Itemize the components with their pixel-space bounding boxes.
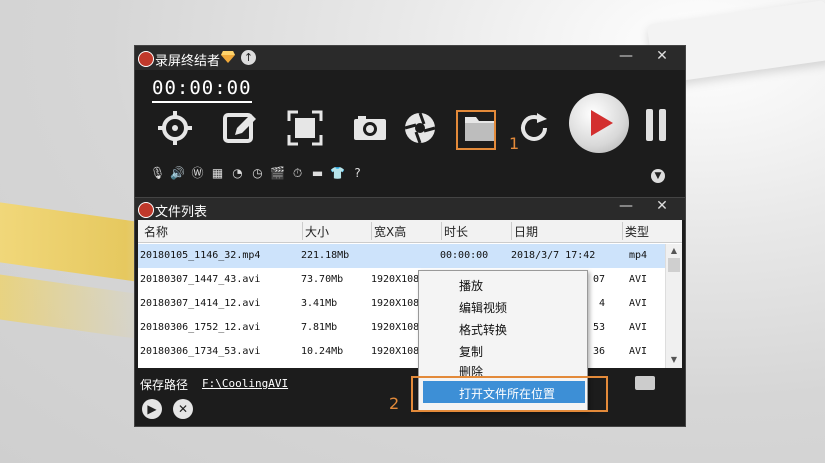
column-header-name[interactable]: 名称	[144, 223, 168, 240]
record-timer: 00:00:00	[152, 77, 252, 103]
keyboard-icon[interactable]: ▬	[310, 166, 325, 181]
shirt-icon[interactable]: 👕	[330, 166, 345, 181]
wordpress-icon[interactable]: Ⓦ	[190, 166, 205, 181]
delete-icon[interactable]: ✕	[173, 399, 193, 419]
refresh-icon[interactable]	[515, 109, 553, 147]
menu-item-play[interactable]: 播放	[419, 273, 587, 295]
table-row[interactable]: 20180105_1146_32.mp4 221.18Mb 00:00:00 2…	[138, 244, 666, 268]
save-path-link[interactable]: F:\CoolingAVI	[202, 377, 288, 390]
menu-item-delete[interactable]: 删除	[419, 359, 587, 377]
clock-icon[interactable]: ◷	[250, 166, 265, 181]
cell-size: 221.18Mb	[301, 250, 350, 261]
scroll-thumb[interactable]	[668, 258, 680, 272]
annotation-label-1: 1	[509, 134, 520, 153]
cell-type: AVI	[629, 346, 648, 357]
cell-name: 20180306_1734_53.avi	[140, 346, 261, 357]
cell-type: AVI	[629, 298, 648, 309]
fullscreen-icon[interactable]	[286, 109, 324, 147]
cell-type: mp4	[629, 250, 648, 261]
cell-type: AVI	[629, 322, 648, 333]
column-header-duration[interactable]: 时长	[444, 223, 468, 240]
cell-date: 36	[593, 346, 606, 357]
cell-name: 20180105_1146_32.mp4	[140, 250, 261, 261]
cell-name: 20180307_1447_43.avi	[140, 274, 261, 285]
speaker-icon[interactable]: 🔊	[170, 166, 185, 181]
play-icon[interactable]: ▶	[142, 399, 162, 419]
cell-date: 07	[593, 274, 606, 285]
file-table: 名称 大小 宽X高 时长 日期 类型 20180105_1146_32.mp4 …	[138, 220, 682, 368]
app-icon	[138, 51, 154, 67]
column-header-dims[interactable]: 宽X高	[374, 223, 406, 240]
cell-date: 53	[593, 322, 606, 333]
camera-icon[interactable]	[351, 109, 389, 147]
background-stripe-2	[0, 274, 150, 341]
column-header-type[interactable]: 类型	[625, 223, 649, 240]
cell-date: 2018/3/7 17:42	[511, 250, 596, 261]
cell-dims: 1920X108	[371, 322, 420, 333]
cell-dims: 1920X108	[371, 298, 420, 309]
file-list-title: 文件列表	[155, 205, 208, 220]
file-list-minimize-button[interactable]: —	[615, 198, 637, 214]
save-path-label: 保存路径	[140, 378, 189, 392]
recorder-window: 录屏终结者 ↑ — ✕ 00:00:00 🎙 🔊 Ⓦ ▦ ◔ ◷ 🎬 ⏱ ▬ 👕…	[134, 45, 686, 199]
cell-dims: 1920X108	[371, 346, 420, 357]
menu-item-label: 复制	[459, 345, 484, 359]
recorder-titlebar: 录屏终结者 ↑ — ✕	[135, 46, 685, 70]
stopwatch-icon[interactable]: ⏱	[290, 166, 305, 181]
quick-toolbar: 🎙 🔊 Ⓦ ▦ ◔ ◷ 🎬 ⏱ ▬ 👕 ?	[150, 166, 365, 184]
cell-dims: 1920X108	[371, 274, 420, 285]
clapperboard-icon[interactable]: 🎬	[270, 166, 285, 181]
cell-duration: 00:00:00	[440, 250, 489, 261]
menu-item-label: 编辑视频	[459, 301, 508, 315]
column-header-size[interactable]: 大小	[305, 223, 329, 240]
cell-name: 20180306_1752_12.avi	[140, 322, 261, 333]
cell-size: 7.81Mb	[301, 322, 338, 333]
pause-button[interactable]	[646, 109, 668, 141]
help-icon[interactable]: ?	[350, 166, 365, 181]
app-title: 录屏终结者	[155, 54, 221, 69]
record-button[interactable]	[569, 93, 629, 153]
menu-item-label: 播放	[459, 279, 484, 293]
vertical-scrollbar[interactable]: ▲ ▼	[665, 244, 682, 368]
layout-icon[interactable]: ▦	[210, 166, 225, 181]
cell-size: 73.70Mb	[301, 274, 344, 285]
menu-item-copy[interactable]: 复制	[419, 339, 587, 361]
aperture-icon[interactable]	[401, 109, 439, 147]
table-header: 名称 大小 宽X高 时长 日期 类型	[138, 220, 682, 243]
column-header-date[interactable]: 日期	[514, 223, 538, 240]
menu-item-label: 格式转换	[459, 323, 508, 337]
close-button[interactable]: ✕	[651, 48, 673, 64]
scroll-down-icon[interactable]: ▼	[668, 354, 680, 366]
file-list-close-button[interactable]: ✕	[651, 198, 673, 214]
folder-icon[interactable]	[635, 376, 655, 390]
annotation-label-2: 2	[389, 394, 400, 413]
microphone-icon[interactable]: 🎙	[150, 166, 165, 181]
cell-size: 10.24Mb	[301, 346, 344, 357]
annotation-box-2	[411, 376, 608, 412]
minimize-button[interactable]: —	[615, 48, 637, 64]
scroll-up-icon[interactable]: ▲	[668, 245, 680, 257]
target-area-icon[interactable]	[156, 109, 194, 147]
file-list-icon	[138, 202, 154, 218]
diamond-icon[interactable]	[221, 51, 235, 63]
chevron-down-icon[interactable]: ▼	[651, 169, 665, 183]
menu-item-edit-video[interactable]: 编辑视频	[419, 295, 587, 317]
cell-name: 20180307_1414_12.avi	[140, 298, 261, 309]
annotation-box-1	[456, 110, 496, 150]
upgrade-icon[interactable]: ↑	[241, 50, 256, 65]
cell-type: AVI	[629, 274, 648, 285]
timer-icon[interactable]: ◔	[230, 166, 245, 181]
menu-item-label: 删除	[459, 365, 484, 377]
file-list-titlebar: 文件列表 — ✕	[135, 198, 685, 220]
cell-date: 4	[599, 298, 606, 309]
cell-size: 3.41Mb	[301, 298, 338, 309]
menu-item-convert-format[interactable]: 格式转换	[419, 317, 587, 339]
edit-icon[interactable]	[221, 109, 259, 147]
